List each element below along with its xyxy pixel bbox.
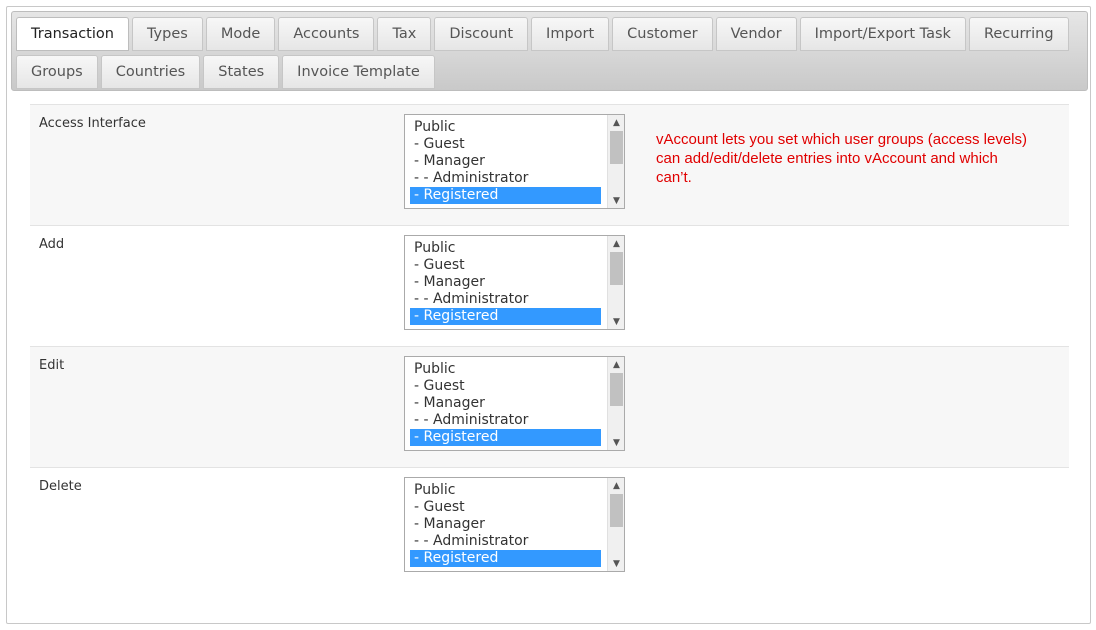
tab-row-2: Groups Countries States Invoice Template: [16, 55, 435, 89]
chevron-up-icon[interactable]: ▲: [608, 236, 624, 251]
tab-row-1: Transaction Types Mode Accounts Tax Disc…: [16, 17, 1069, 51]
list-option[interactable]: - - Administrator: [410, 412, 601, 429]
tab-vendor[interactable]: Vendor: [715, 17, 797, 51]
tab-recurring[interactable]: Recurring: [968, 17, 1069, 51]
tab-invoice-template[interactable]: Invoice Template: [282, 55, 435, 89]
list-option[interactable]: - Manager: [410, 274, 601, 291]
info-note: vAccount lets you set which user groups …: [656, 131, 1027, 186]
scrollbar-thumb[interactable]: [610, 494, 623, 527]
scrollbar-thumb[interactable]: [610, 131, 623, 164]
chevron-up-icon[interactable]: ▲: [608, 357, 624, 372]
tab-groups[interactable]: Groups: [16, 55, 98, 89]
scrollbar[interactable]: ▲ ▼: [607, 115, 624, 208]
list-option[interactable]: - Manager: [410, 516, 601, 533]
list-option[interactable]: - Manager: [410, 153, 601, 170]
tab-bar: Transaction Types Mode Accounts Tax Disc…: [11, 11, 1088, 91]
access-interface-listbox[interactable]: Public - Guest - Manager - - Administrat…: [404, 114, 625, 209]
row-label: Delete: [39, 479, 82, 494]
scrollbar[interactable]: ▲ ▼: [607, 236, 624, 329]
add-listbox[interactable]: Public - Guest - Manager - - Administrat…: [404, 235, 625, 330]
chevron-up-icon[interactable]: ▲: [608, 478, 624, 493]
list-option-selected[interactable]: - Registered: [410, 308, 601, 325]
tab-accounts[interactable]: Accounts: [278, 17, 375, 51]
list-option[interactable]: - Guest: [410, 499, 601, 516]
tab-types[interactable]: Types: [131, 17, 203, 51]
list-option[interactable]: - - Administrator: [410, 533, 601, 550]
row-edit: Edit Public - Guest - Manager - - Admini…: [30, 346, 1069, 467]
list-option[interactable]: - - Administrator: [410, 170, 601, 187]
tab-import[interactable]: Import: [531, 17, 610, 51]
list-option[interactable]: - Guest: [410, 136, 601, 153]
scrollbar[interactable]: ▲ ▼: [607, 478, 624, 571]
chevron-down-icon[interactable]: ▼: [608, 193, 624, 208]
list-option-selected[interactable]: - Registered: [410, 550, 601, 567]
tab-countries[interactable]: Countries: [100, 55, 201, 89]
list-option[interactable]: Public: [410, 361, 601, 378]
chevron-down-icon[interactable]: ▼: [608, 556, 624, 571]
delete-listbox[interactable]: Public - Guest - Manager - - Administrat…: [404, 477, 625, 572]
row-label: Edit: [39, 358, 65, 373]
row-label: Add: [39, 237, 65, 252]
tab-mode[interactable]: Mode: [205, 17, 276, 51]
row-label: Access Interface: [39, 116, 146, 131]
list-option-selected[interactable]: - Registered: [410, 429, 601, 446]
scrollbar-thumb[interactable]: [610, 252, 623, 285]
edit-listbox[interactable]: Public - Guest - Manager - - Administrat…: [404, 356, 625, 451]
chevron-down-icon[interactable]: ▼: [608, 435, 624, 450]
list-option[interactable]: - Guest: [410, 257, 601, 274]
list-option[interactable]: Public: [410, 482, 601, 499]
list-option[interactable]: Public: [410, 119, 601, 136]
tab-tax[interactable]: Tax: [377, 17, 432, 51]
scrollbar-thumb[interactable]: [610, 373, 623, 406]
scrollbar[interactable]: ▲ ▼: [607, 357, 624, 450]
tab-customer[interactable]: Customer: [612, 17, 713, 51]
tab-transaction[interactable]: Transaction: [16, 17, 129, 51]
list-option[interactable]: - - Administrator: [410, 291, 601, 308]
permission-rows: Access Interface Public - Guest - Manage…: [30, 104, 1069, 588]
list-option[interactable]: - Manager: [410, 395, 601, 412]
tab-discount[interactable]: Discount: [434, 17, 529, 51]
row-delete: Delete Public - Guest - Manager - - Admi…: [30, 467, 1069, 588]
row-access-interface: Access Interface Public - Guest - Manage…: [30, 104, 1069, 225]
tab-states[interactable]: States: [203, 55, 280, 89]
tab-import-export-task[interactable]: Import/Export Task: [799, 17, 966, 51]
main-panel: Transaction Types Mode Accounts Tax Disc…: [6, 6, 1091, 624]
row-add: Add Public - Guest - Manager - - Adminis…: [30, 225, 1069, 346]
list-option[interactable]: Public: [410, 240, 601, 257]
list-option[interactable]: - Guest: [410, 378, 601, 395]
list-option-selected[interactable]: - Registered: [410, 187, 601, 204]
chevron-up-icon[interactable]: ▲: [608, 115, 624, 130]
chevron-down-icon[interactable]: ▼: [608, 314, 624, 329]
